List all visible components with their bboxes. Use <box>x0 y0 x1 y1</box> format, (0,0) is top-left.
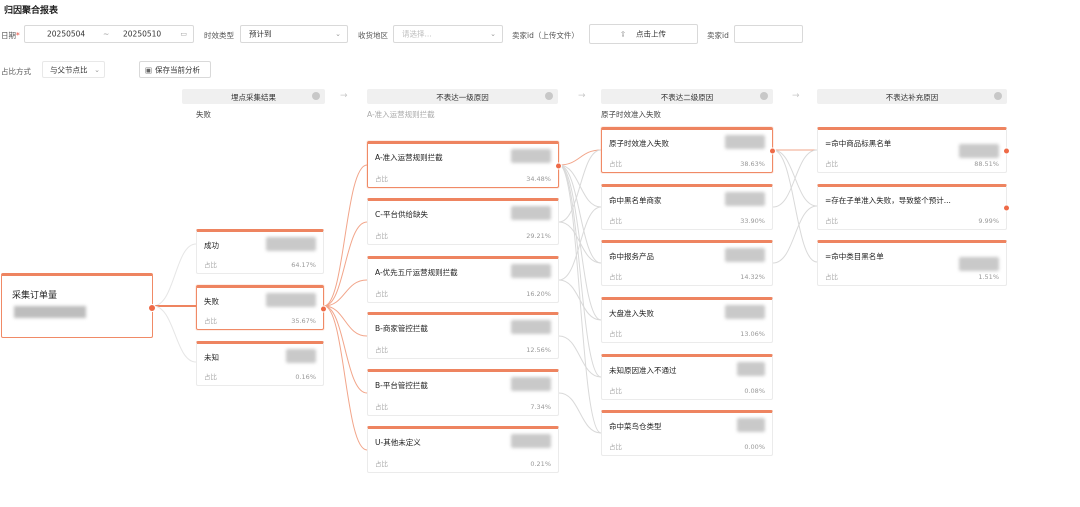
node-card[interactable]: 命中菜鸟仓类型 占比 0.00% <box>601 410 773 456</box>
masked-value <box>511 434 551 448</box>
node-card[interactable]: U-其他未定义 占比 0.21% <box>367 426 559 473</box>
node-card[interactable]: C-平台供给缺失 占比 29.21% <box>367 198 559 245</box>
masked-value <box>725 192 765 206</box>
column-header-supplement: 不表达补充原因 <box>817 89 1007 104</box>
expand-dot[interactable] <box>148 304 156 312</box>
masked-value <box>737 418 765 432</box>
column-subtitle: 失败 <box>196 110 211 119</box>
column-header-tracking-result: 埋点采集结果 <box>182 89 325 104</box>
settings-icon[interactable] <box>760 92 768 100</box>
masked-value <box>959 144 999 158</box>
masked-value <box>511 206 551 220</box>
settings-icon[interactable] <box>312 92 320 100</box>
masked-value <box>511 149 551 163</box>
masked-value <box>737 362 765 376</box>
expand-dot[interactable] <box>769 147 776 155</box>
masked-value <box>959 257 999 271</box>
node-card[interactable]: 成功 占比 64.17% <box>196 229 324 274</box>
node-card[interactable]: 命中报务产品 占比 14.32% <box>601 240 773 286</box>
chevron-down-icon: ⌄ <box>490 30 496 38</box>
masked-value <box>266 237 316 251</box>
masked-value <box>511 320 551 334</box>
column-subtitle: A-准入运营规则拦截 <box>367 110 435 119</box>
arrow-right-icon: → <box>340 91 348 101</box>
timing-type-label: 时效类型 <box>204 31 234 40</box>
seller-upload-label: 卖家id（上传文件） <box>512 31 579 40</box>
region-select[interactable]: 请选择... ⌄ <box>393 25 503 43</box>
arrow-right-icon: → <box>792 91 800 101</box>
node-card[interactable]: A-优先五斤运营规则拦截 占比 16.20% <box>367 256 559 303</box>
masked-value <box>725 305 765 319</box>
root-label: 采集订单量 <box>12 291 58 301</box>
column-subtitle: 原子时效准入失败 <box>601 110 661 119</box>
save-analysis-button[interactable]: ▣ 保存当前分析 <box>139 61 211 78</box>
upload-icon: ⇪ <box>620 29 627 39</box>
masked-value <box>286 349 316 363</box>
calendar-icon[interactable]: ▭ <box>180 30 187 38</box>
masked-value <box>725 248 765 262</box>
column-header-level1: 不表达一级原因 <box>367 89 558 104</box>
root-card[interactable]: 采集订单量 <box>1 273 156 338</box>
node-card[interactable]: A-准入运营规则拦截 占比 34.48% <box>367 141 562 188</box>
node-card[interactable]: =命中商品标黑名单 占比 88.51% <box>817 127 1010 173</box>
region-placeholder: 请选择... <box>402 29 432 39</box>
save-icon: ▣ <box>145 65 153 74</box>
date-label: 日期* <box>1 31 20 40</box>
arrow-right-icon: → <box>578 91 586 101</box>
masked-value <box>14 306 86 318</box>
node-card[interactable]: 原子时效准入失败 占比 38.63% <box>601 127 776 173</box>
node-card[interactable]: 大盘准入失败 占比 13.06% <box>601 297 773 343</box>
masked-value <box>511 377 551 391</box>
masked-value <box>266 293 316 307</box>
date-range-picker[interactable]: 20250504 ~ 20250510 ▭ <box>24 25 194 43</box>
seller-id-input[interactable] <box>734 25 803 43</box>
date-start[interactable]: 20250504 <box>47 30 85 39</box>
expand-dot[interactable] <box>1003 204 1010 212</box>
ratio-method-label: 占比方式 <box>1 67 31 76</box>
date-separator: ~ <box>103 29 110 39</box>
expand-dot[interactable] <box>555 162 562 169</box>
node-card[interactable]: 命中黑名单商家 占比 33.90% <box>601 184 773 230</box>
expand-dot[interactable] <box>320 305 327 312</box>
chevron-down-icon: ⌄ <box>335 30 341 38</box>
page-title: 归因聚合报表 <box>4 6 59 16</box>
seller-id-label: 卖家id <box>707 31 729 40</box>
settings-icon[interactable] <box>994 92 1002 100</box>
node-card[interactable]: B-平台管控拦截 占比 7.34% <box>367 369 559 416</box>
node-card[interactable]: =存在子单准入失败，导致整个预计... 占比 9.99% <box>817 184 1010 230</box>
masked-value <box>511 264 551 278</box>
node-card[interactable]: =命中类目黑名单 占比 1.51% <box>817 240 1007 286</box>
node-card[interactable]: 失败 占比 35.67% <box>196 285 327 330</box>
column-header-level2: 不表达二级原因 <box>601 89 773 104</box>
timing-type-value: 预计到 <box>249 29 272 39</box>
date-end[interactable]: 20250510 <box>123 30 161 39</box>
region-label: 收货地区 <box>358 31 388 40</box>
timing-type-select[interactable]: 预计到 ⌄ <box>240 25 348 43</box>
ratio-method-select[interactable]: 与父节点比 ⌄ <box>42 61 105 78</box>
node-card[interactable]: 未知 占比 0.16% <box>196 341 324 386</box>
upload-button[interactable]: ⇪ 点击上传 <box>589 24 698 44</box>
expand-dot[interactable] <box>1003 147 1010 155</box>
masked-value <box>725 135 765 149</box>
settings-icon[interactable] <box>545 92 553 100</box>
chevron-down-icon: ⌄ <box>94 65 100 74</box>
node-card[interactable]: B-商家管控拦截 占比 12.56% <box>367 312 559 359</box>
node-card[interactable]: 未知原因准入不通过 占比 0.08% <box>601 354 773 400</box>
